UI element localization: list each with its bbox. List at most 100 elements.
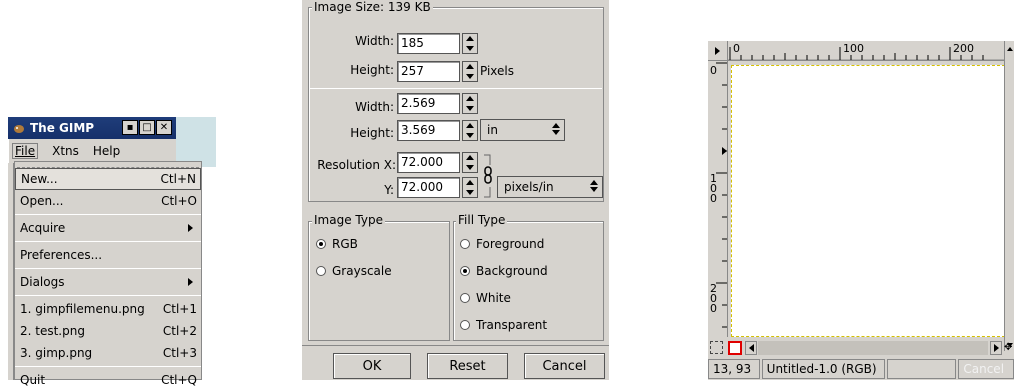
width-label: Width: — [355, 34, 394, 48]
print-width-label: Width: — [355, 100, 394, 114]
menu-item-quit[interactable]: Quit Ctl+Q — [15, 369, 201, 391]
resolution-x-spinner[interactable]: 72.000 — [397, 152, 478, 173]
spin-arrows-icon[interactable] — [462, 93, 478, 114]
scroll-right-icon[interactable] — [990, 341, 1002, 355]
pixel-height-spinner[interactable]: 257 — [397, 61, 478, 82]
resolution-x-field[interactable]: 72.000 — [397, 152, 460, 173]
resolution-y-spinner[interactable]: 72.000 — [397, 177, 478, 198]
scroll-left-icon[interactable] — [745, 341, 757, 355]
divider — [310, 88, 602, 89]
menu-arrow-button[interactable] — [708, 41, 728, 61]
quickmask-on-icon[interactable] — [728, 341, 742, 355]
scroll-up-icon[interactable] — [1005, 47, 1014, 53]
ok-button[interactable]: OK — [333, 353, 411, 379]
radio-white[interactable]: White — [460, 291, 511, 305]
navigate-icon[interactable]: ✥ — [1004, 341, 1014, 355]
menu-separator — [15, 214, 201, 215]
height-label: Height: — [350, 63, 394, 77]
menu-item-recent-3[interactable]: 3. gimp.png Ctl+3 — [15, 342, 201, 364]
menu-item-preferences[interactable]: Preferences... — [15, 244, 201, 266]
radio-grayscale[interactable]: Grayscale — [316, 264, 392, 278]
image-size-label: Image Size: 139 KB — [312, 0, 433, 14]
radio-icon — [460, 293, 470, 303]
window-title: The GIMP — [30, 121, 95, 135]
radio-icon — [460, 320, 470, 330]
vruler-label-100: 1 0 0 — [710, 172, 717, 205]
radio-rgb[interactable]: RGB — [316, 237, 358, 251]
print-height-spinner[interactable]: 3.569 — [397, 120, 478, 141]
menu-xtns[interactable]: Xtns — [52, 144, 79, 158]
radio-icon — [460, 239, 470, 249]
print-height-field[interactable]: 3.569 — [397, 120, 460, 141]
image-title-status: Untitled-1.0 (RGB) — [761, 359, 885, 379]
gimp-toolbox-window: The GIMP ▪ □ ✕ File Xtns Help New... Ctl… — [8, 117, 216, 387]
pixels-unit-label: Pixels — [480, 64, 515, 78]
bottom-controls: ✥ — [708, 339, 1014, 357]
menu-separator — [15, 366, 201, 367]
menu-item-new[interactable]: New... Ctl+N — [15, 168, 201, 190]
submenu-arrow-icon — [188, 224, 193, 232]
submenu-arrow-icon — [188, 278, 193, 286]
radio-background[interactable]: Background — [460, 264, 548, 278]
resolution-x-label: Resolution X: — [317, 158, 396, 172]
combo-arrows-icon — [590, 180, 598, 192]
print-unit-select[interactable]: in — [480, 119, 565, 141]
menu-item-acquire[interactable]: Acquire — [15, 217, 201, 239]
radio-foreground[interactable]: Foreground — [460, 237, 544, 251]
radio-selected-icon — [316, 239, 326, 249]
quickmask-off-icon[interactable] — [710, 341, 723, 354]
ruler-label-100: 100 — [843, 42, 864, 55]
menu-help[interactable]: Help — [93, 144, 120, 158]
radio-icon — [316, 266, 326, 276]
menu-item-open[interactable]: Open... Ctl+O — [15, 190, 201, 212]
horizontal-ruler: 0 100 200 — [728, 41, 1004, 61]
minimize-button[interactable]: ▪ — [122, 120, 138, 135]
image-type-label: Image Type — [312, 213, 385, 227]
chain-link-icon[interactable] — [482, 153, 494, 199]
menu-separator — [15, 268, 201, 269]
radio-transparent[interactable]: Transparent — [460, 318, 547, 332]
spin-arrows-icon[interactable] — [462, 177, 478, 198]
spin-arrows-icon[interactable] — [462, 61, 478, 82]
gimp-titlebar: The GIMP ▪ □ ✕ — [8, 117, 176, 139]
wilber-icon — [14, 125, 24, 133]
print-height-label: Height: — [350, 126, 394, 140]
cursor-coordinates: 13, 93 — [708, 359, 760, 379]
menu-separator — [15, 295, 201, 296]
spin-arrows-icon[interactable] — [462, 152, 478, 173]
spin-arrows-icon[interactable] — [462, 33, 478, 54]
menu-file[interactable]: File — [12, 143, 39, 159]
menu-arrow-icon — [715, 46, 720, 55]
vruler-label-200: 2 0 0 — [710, 282, 717, 315]
menu-item-recent-2[interactable]: 2. test.png Ctl+2 — [15, 320, 201, 342]
fill-type-label: Fill Type — [456, 213, 508, 227]
status-bar: 13, 93 Untitled-1.0 (RGB) Cancel — [708, 359, 1014, 380]
new-image-dialog: Image Size: 139 KB Width: 185 Height: 25… — [302, 0, 609, 380]
image-window: 0 100 200 0 1 0 0 2 0 0 ✥ 13, 93 Untitle… — [708, 41, 1014, 380]
pixel-width-field[interactable]: 185 — [397, 33, 460, 54]
resolution-unit-select[interactable]: pixels/in — [497, 176, 603, 198]
ruler-label-200: 200 — [953, 42, 974, 55]
vertical-scrollbar[interactable] — [1004, 41, 1014, 351]
pixel-width-spinner[interactable]: 185 — [397, 33, 478, 54]
divider — [302, 345, 609, 346]
resolution-y-field[interactable]: 72.000 — [397, 177, 460, 198]
pixel-height-field[interactable]: 257 — [397, 61, 460, 82]
horizontal-scrollbar-track[interactable] — [758, 341, 988, 355]
reset-button[interactable]: Reset — [427, 353, 508, 379]
vruler-label-0: 0 — [710, 64, 717, 77]
cancel-status-button[interactable]: Cancel — [958, 359, 1014, 379]
print-width-field[interactable]: 2.569 — [397, 93, 460, 114]
desktop-background — [176, 117, 216, 167]
ruler-label-0: 0 — [733, 42, 740, 55]
print-width-spinner[interactable]: 2.569 — [397, 93, 478, 114]
radio-selected-icon — [460, 266, 470, 276]
image-canvas[interactable] — [731, 65, 1005, 337]
maximize-button[interactable]: □ — [139, 120, 155, 135]
spin-arrows-icon[interactable] — [462, 120, 478, 141]
menu-item-recent-1[interactable]: 1. gimpfilemenu.png Ctl+1 — [15, 298, 201, 320]
cancel-button[interactable]: Cancel — [524, 353, 605, 379]
menu-item-dialogs[interactable]: Dialogs — [15, 271, 201, 293]
menubar: File Xtns Help — [8, 139, 176, 163]
close-button[interactable]: ✕ — [156, 120, 172, 135]
